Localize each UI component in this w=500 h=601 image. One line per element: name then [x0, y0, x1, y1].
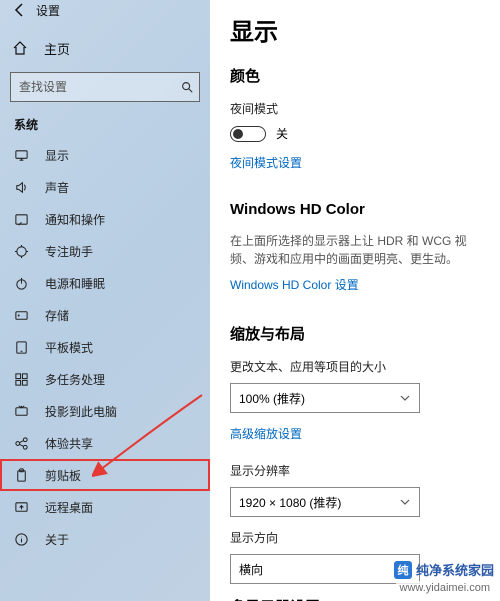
search-wrap	[10, 72, 200, 102]
orientation-label: 显示方向	[230, 529, 488, 546]
section-title-hdcolor: Windows HD Color	[230, 201, 488, 218]
sidebar-item-label: 电源和睡眠	[45, 275, 105, 292]
scale-select[interactable]: 100% (推荐)	[230, 383, 420, 413]
storage-icon	[14, 308, 29, 323]
night-mode-state: 关	[276, 125, 288, 142]
back-button[interactable]: 设置	[0, 0, 210, 20]
resolution-select[interactable]: 1920 × 1080 (推荐)	[230, 487, 420, 517]
sidebar-item-label: 投影到此电脑	[45, 403, 117, 420]
sidebar-item-label: 体验共享	[45, 435, 93, 452]
watermark-url: www.yidaimei.com	[396, 581, 494, 595]
sidebar-item-remote[interactable]: 远程桌面	[0, 491, 210, 523]
search-input[interactable]	[10, 72, 200, 102]
about-icon	[14, 532, 29, 547]
focus-icon	[14, 244, 29, 259]
sidebar-item-display[interactable]: 显示	[0, 139, 210, 171]
sidebar-item-clipboard[interactable]: 剪贴板	[0, 459, 210, 491]
sidebar-item-label: 剪贴板	[45, 467, 81, 484]
hdcolor-settings-link[interactable]: Windows HD Color 设置	[230, 276, 488, 293]
power-icon	[14, 276, 29, 291]
watermark-brand: 纯 纯净系统家园	[394, 560, 494, 579]
chevron-down-icon	[399, 392, 411, 404]
resolution-label: 显示分辨率	[230, 462, 488, 479]
section-title-scale: 缩放与布局	[230, 323, 488, 344]
sidebar-item-label: 存储	[45, 307, 69, 324]
sidebar-item-tablet[interactable]: 平板模式	[0, 331, 210, 363]
project-icon	[14, 404, 29, 419]
sidebar-item-label: 专注助手	[45, 243, 93, 260]
multitask-icon	[14, 372, 29, 387]
resolution-value: 1920 × 1080 (推荐)	[239, 494, 341, 511]
chevron-down-icon	[399, 496, 411, 508]
home-label: 主页	[44, 39, 70, 58]
sidebar-item-label: 关于	[45, 531, 69, 548]
page-title: 显示	[230, 12, 488, 47]
sidebar-item-focus[interactable]: 专注助手	[0, 235, 210, 267]
sidebar-item-storage[interactable]: 存储	[0, 299, 210, 331]
share-icon	[14, 436, 29, 451]
clipboard-icon	[14, 468, 29, 483]
sidebar-section-label: 系统	[0, 114, 210, 139]
sidebar-item-about[interactable]: 关于	[0, 523, 210, 555]
section-title-color: 颜色	[230, 65, 488, 86]
night-mode-settings-link[interactable]: 夜间模式设置	[230, 154, 488, 171]
sidebar-item-label: 多任务处理	[45, 371, 105, 388]
sidebar-item-power[interactable]: 电源和睡眠	[0, 267, 210, 299]
notification-icon	[14, 212, 29, 227]
sidebar-item-label: 声音	[45, 179, 69, 196]
night-mode-toggle[interactable]	[230, 126, 266, 142]
sidebar-item-label: 平板模式	[45, 339, 93, 356]
sidebar-item-sound[interactable]: 声音	[0, 171, 210, 203]
sidebar-item-label: 通知和操作	[45, 211, 105, 228]
toggle-knob	[233, 129, 243, 139]
sidebar-item-multitask[interactable]: 多任务处理	[0, 363, 210, 395]
sidebar-item-notification[interactable]: 通知和操作	[0, 203, 210, 235]
home-row[interactable]: 主页	[0, 28, 210, 68]
orientation-select[interactable]: 横向	[230, 554, 420, 584]
remote-icon	[14, 500, 29, 515]
search-icon	[180, 80, 194, 94]
night-mode-label: 夜间模式	[230, 100, 488, 117]
section-title-multi: 多显示器设置	[230, 596, 488, 601]
display-icon	[14, 148, 29, 163]
sidebar-item-label: 远程桌面	[45, 499, 93, 516]
back-arrow-icon	[12, 2, 28, 18]
watermark-logo-icon: 纯	[394, 561, 412, 579]
scale-label: 更改文本、应用等项目的大小	[230, 358, 488, 375]
orientation-value: 横向	[239, 561, 263, 578]
sidebar-item-project[interactable]: 投影到此电脑	[0, 395, 210, 427]
sidebar-item-share[interactable]: 体验共享	[0, 427, 210, 459]
advanced-scale-link[interactable]: 高级缩放设置	[230, 425, 488, 442]
back-label: 设置	[36, 2, 60, 19]
scale-value: 100% (推荐)	[239, 390, 305, 407]
home-icon	[12, 40, 28, 56]
tablet-icon	[14, 340, 29, 355]
hdcolor-desc: 在上面所选择的显示器上让 HDR 和 WCG 视频、游戏和应用中的画面更明亮、更…	[230, 232, 488, 268]
sidebar-item-label: 显示	[45, 147, 69, 164]
sound-icon	[14, 180, 29, 195]
